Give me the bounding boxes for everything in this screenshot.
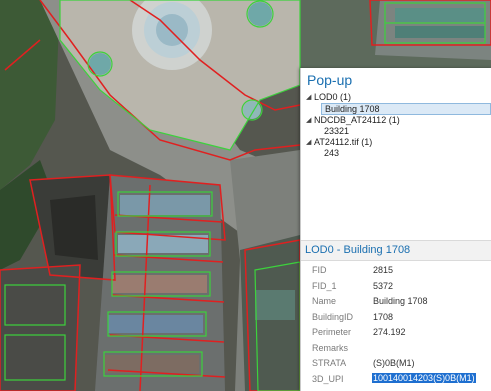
attribute-row-3d-upi: 3D_UPI 100140014203(S)0B(M1) [312, 372, 476, 384]
expand-triangle-icon[interactable]: ◢ [306, 92, 311, 103]
tree-node-ndcdb[interactable]: ◢ NDCDB_AT24112 (1) [301, 115, 491, 126]
attribute-row-perimeter: Perimeter 274.192 [312, 327, 406, 337]
tree-node-lod0[interactable]: ◢ LOD0 (1) [301, 92, 491, 103]
attribute-table: FID 2815 FID_1 5372 Name Building 1708 B… [301, 264, 491, 388]
selected-value-text[interactable]: 100140014203(S)0B(M1) [372, 372, 476, 383]
expand-triangle-icon[interactable]: ◢ [306, 137, 311, 148]
attribute-row-buildingid: BuildingID 1708 [312, 311, 394, 322]
popup-panel: Pop-up ◢ LOD0 (1) Building 1708 ◢ NDCDB_… [300, 68, 491, 391]
expand-triangle-icon[interactable]: ◢ [306, 115, 311, 126]
attribute-row-strata: STRATA (S)0B(M1) [312, 358, 415, 368]
tree-item-building-1708[interactable]: Building 1708 [321, 103, 491, 115]
details-header: LOD0 - Building 1708 [301, 240, 491, 261]
popup-title: Pop-up [307, 72, 353, 88]
attribute-row-remarks: Remarks [312, 342, 349, 353]
attribute-row-fid: FID 2815 [312, 265, 394, 275]
tree-item-243[interactable]: 243 [301, 148, 491, 159]
popup-tree: ◢ LOD0 (1) Building 1708 ◢ NDCDB_AT24112… [301, 92, 491, 159]
tree-item-23321[interactable]: 23321 [301, 126, 491, 137]
attribute-row-name: Name Building 1708 [312, 296, 428, 306]
tree-node-at24112-tif[interactable]: ◢ AT24112.tif (1) [301, 137, 491, 148]
attribute-row-fid1: FID_1 5372 [312, 280, 394, 291]
details-title: LOD0 - Building 1708 [305, 244, 411, 256]
